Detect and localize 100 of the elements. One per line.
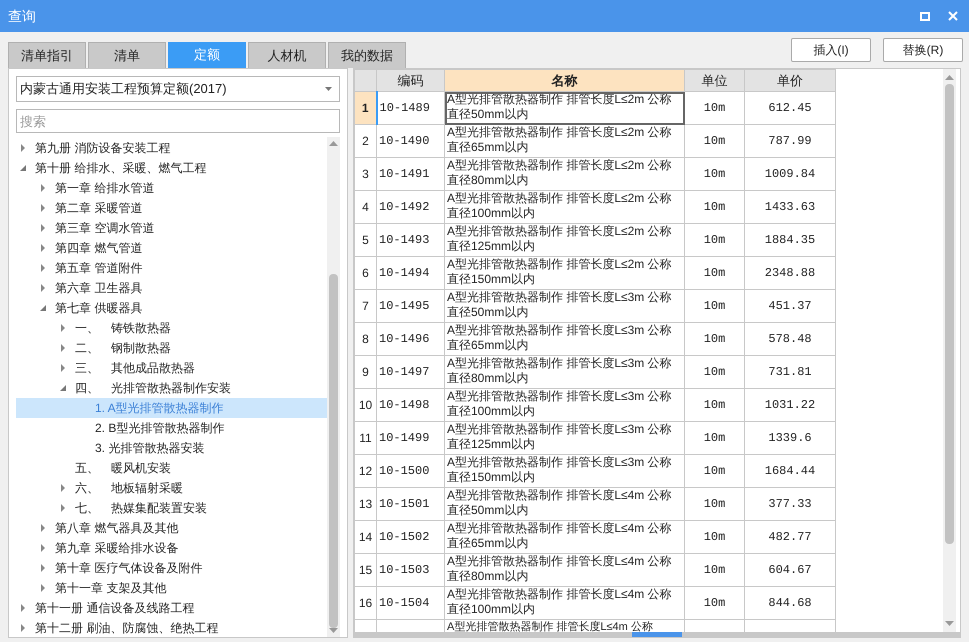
tree-item[interactable]: 第十章 医疗气体设备及附件 [16,558,327,578]
splitter-handle[interactable] [632,632,682,637]
expand-arrow-icon[interactable] [40,244,46,252]
tab[interactable]: 我的数据 [328,42,406,68]
expand-arrow-icon[interactable] [40,584,46,592]
expand-arrow-icon[interactable] [60,484,66,492]
expand-arrow-icon[interactable] [40,284,46,292]
row-number: 11 [354,422,376,454]
table-cell: 10-1500 [376,454,444,488]
row-number: 9 [354,356,376,388]
table-cell: 10m [684,454,744,488]
row-number: 8 [354,322,376,356]
collapse-arrow-icon[interactable] [20,164,26,172]
expand-arrow-icon[interactable] [60,344,66,352]
table-cell: 10m [684,554,744,586]
table-cell: 482.77 [744,520,836,554]
row-number: 16 [354,586,376,620]
search-field[interactable]: 搜索 [16,109,340,133]
row-number: 13 [354,488,376,520]
tree-item[interactable]: 第五章 管道附件 [16,258,327,278]
table-cell: 1339.6 [744,422,836,454]
library-dropdown[interactable]: 内蒙古通用安装工程预算定额(2017) [16,76,340,102]
tree-item[interactable]: 第四章 燃气管道 [16,238,327,258]
tree-item[interactable]: 第九册 消防设备安装工程 [16,138,327,158]
maximize-icon[interactable] [920,12,930,20]
expand-arrow-icon[interactable] [40,544,46,552]
row-number: 15 [354,554,376,586]
tree-item[interactable]: 第十二册 刷油、防腐蚀、绝热工程 [16,618,327,637]
tree-item[interactable]: 七、 热媒集配装置安装 [16,498,327,518]
tree-item[interactable]: 二、 钢制散热器 [16,338,327,358]
tree-item[interactable]: 第十一章 支架及其他 [16,578,327,598]
expand-arrow-icon[interactable] [20,604,26,612]
collapse-arrow-icon[interactable] [60,384,66,392]
expand-arrow-icon[interactable] [40,264,46,272]
tree-item[interactable]: 五、 暖风机安装 [16,458,327,478]
table-cell: 1009.84 [744,158,836,190]
expand-arrow-icon[interactable] [60,504,66,512]
tree-item[interactable]: 2. B型光排管散热器制作 [16,418,327,438]
tree-item[interactable]: 第一章 给排水管道 [16,178,327,198]
expand-arrow-icon[interactable] [40,524,46,532]
expand-arrow-icon[interactable] [40,204,46,212]
table-cell: A型光排管散热器制作 排管长度L≤3m 公称直径125mm以内 [444,422,684,454]
table-cell: A型光排管散热器制作 排管长度L≤2m 公称直径65mm以内 [444,124,684,158]
tree-item[interactable]: 第三章 空调水管道 [16,218,327,238]
table-cell: 451.37 [744,290,836,322]
column-header[interactable]: 单位 [684,70,744,92]
column-header[interactable]: 单价 [744,70,836,92]
tree-item[interactable]: 第九章 采暖给排水设备 [16,538,327,558]
tree-item[interactable]: 第八章 燃气器具及其他 [16,518,327,538]
tab[interactable]: 人材机 [248,42,326,68]
table-cell: A型光排管散热器制作 排管长度L≤4m 公称直径80mm以内 [444,554,684,586]
expand-arrow-icon[interactable] [20,144,26,152]
table-cell: A型光排管散热器制作 排管长度L≤3m 公称直径50mm以内 [444,290,684,322]
expand-arrow-icon[interactable] [60,364,66,372]
table-cell: 604.67 [744,554,836,586]
tree-item[interactable]: 第六章 卫生器具 [16,278,327,298]
expand-arrow-icon[interactable] [40,564,46,572]
table-cell: 10-1494 [376,256,444,290]
table-cell: 10-1491 [376,158,444,190]
action-button[interactable]: 替换(R) [883,38,963,62]
tree-item[interactable]: 第十一册 通信设备及线路工程 [16,598,327,618]
tree-item[interactable]: 第七章 供暖器具 [16,298,327,318]
table-cell: 2348.88 [744,256,836,290]
table-cell: A型光排管散热器制作 排管长度L≤2m 公称直径150mm以内 [444,256,684,290]
table-cell: 10m [684,586,744,620]
tree-item[interactable]: 3. 光排管散热器安装 [16,438,327,458]
row-number: 14 [354,520,376,554]
tree-item[interactable]: 四、 光排管散热器制作安装 [16,378,327,398]
table-cell: A型光排管散热器制作 排管长度L≤2m 公称直径100mm以内 [444,190,684,224]
table-cell: 10-1504 [376,586,444,620]
scroll-down-icon[interactable] [945,621,954,626]
row-number: 7 [354,290,376,322]
tree-item[interactable]: 一、 铸铁散热器 [16,318,327,338]
collapse-arrow-icon[interactable] [40,304,46,312]
table-cell: 10-1498 [376,388,444,422]
expand-arrow-icon[interactable] [60,324,66,332]
tree-item[interactable]: 三、 其他成品散热器 [16,358,327,378]
tree-item[interactable]: 第十册 给排水、采暖、燃气工程 [16,158,327,178]
table-cell: 10-1490 [376,124,444,158]
tab[interactable]: 清单 [88,42,166,68]
close-icon[interactable] [948,11,958,21]
scroll-up-icon[interactable] [329,141,338,146]
expand-arrow-icon[interactable] [20,624,26,632]
table-cell: 10m [684,422,744,454]
table-cell: 377.33 [744,488,836,520]
expand-arrow-icon[interactable] [40,184,46,192]
column-header[interactable]: 编码 [376,70,444,92]
table-cell: 1684.44 [744,454,836,488]
table-cell: 10m [684,290,744,322]
action-button[interactable]: 插入(I) [791,38,871,62]
tree-item[interactable]: 第二章 采暖管道 [16,198,327,218]
table-cell: 10-1503 [376,554,444,586]
tree-item[interactable]: 六、 地板辐射采暖 [16,478,327,498]
table-cell: 10-1495 [376,290,444,322]
expand-arrow-icon[interactable] [40,224,46,232]
table-cell: 10m [684,190,744,224]
column-header[interactable]: 名称 [444,70,684,92]
table-cell: 10m [684,124,744,158]
scroll-up-icon[interactable] [945,75,954,80]
tab[interactable]: 清单指引 [8,42,86,68]
